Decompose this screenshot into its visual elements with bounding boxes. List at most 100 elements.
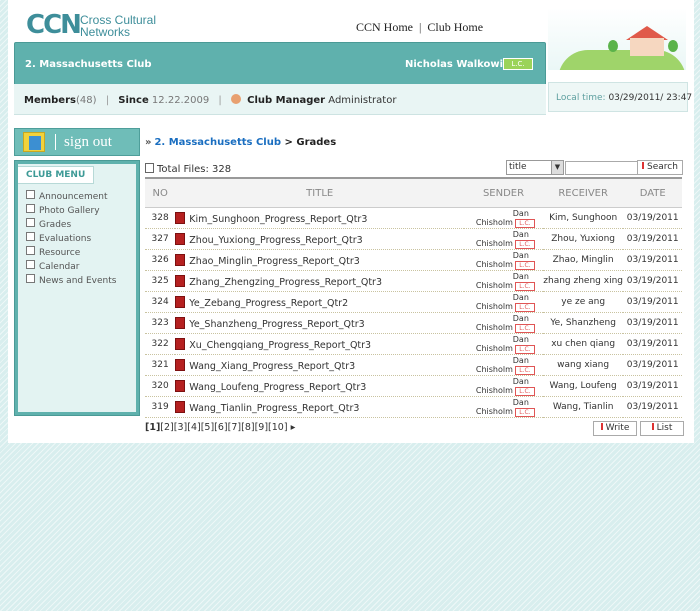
pdf-file-icon [175,358,186,371]
row-sender: Dan Chisholm L.C. [464,270,543,292]
sender-role-badge: L.C. [514,281,535,291]
table-body: 328 Kim_Sunghoon_Progress_Report_Qtr3 Dan C… [145,207,682,418]
row-title-cell: Wang_Loufeng_Progress_Report_Qtr3 [175,375,465,397]
table-row: 324 Ye_Zebang_Progress_Report_Qtr2 Dan Chis… [145,291,682,313]
ccn-home-link[interactable]: CCN Home [356,20,413,34]
write-button[interactable]: Write [593,421,637,436]
sender-role-badge: L.C. [514,386,535,396]
row-date: 03/19/2011 [623,207,682,229]
pdf-file-icon [175,400,186,413]
menu-item-resource[interactable]: Resource [26,246,116,260]
sender-role-badge: L.C. [514,302,535,312]
search-button[interactable]: Search [637,160,683,175]
sender-role-badge: L.C. [514,218,535,228]
document-icon [26,246,35,255]
pdf-file-icon [175,379,186,392]
row-title-cell: Wang_Tianlin_Progress_Report_Qtr3 [175,396,465,418]
file-title-link[interactable]: Xu_Chengqiang_Progress_Report_Qtr3 [189,340,371,351]
header-sender: SENDER [464,177,543,208]
local-time-box: Local time: 03/29/2011/ 23:47 [548,82,692,112]
file-title-link[interactable]: Zhang_Zhengzing_Progress_Report_Qtr3 [189,277,382,288]
search-input[interactable] [565,161,639,175]
user-role-badge: L.C. [503,58,533,70]
sender-first-name: Dan [512,250,529,260]
pdf-file-icon [175,337,186,350]
row-title-cell: Xu_Chengqiang_Progress_Report_Qtr3 [175,333,465,355]
search-field-select[interactable]: title ▼ [506,160,564,175]
sender-last-name: Chisholm [475,259,513,269]
row-date: 03/19/2011 [623,375,682,397]
pdf-file-icon [175,232,186,245]
row-title-cell: Kim_Sunghoon_Progress_Report_Qtr3 [175,207,465,229]
breadcrumb-current: Grades [296,137,337,148]
file-title-link[interactable]: Wang_Xiang_Progress_Report_Qtr3 [189,361,355,372]
file-title-link[interactable]: Wang_Loufeng_Progress_Report_Qtr3 [189,382,366,393]
sign-out-button[interactable]: sign out [14,128,140,156]
list-button[interactable]: List [640,421,684,436]
page-container: CCN Cross Cultural Networks CCN Home | Clu… [8,0,694,443]
document-icon [26,190,35,199]
local-time-value: 03/29/2011/ 23:47 [608,93,693,103]
page-link[interactable]: [4] [187,422,200,433]
page-link[interactable]: [6] [214,422,227,433]
row-sender: Dan Chisholm L.C. [464,291,543,313]
file-title-link[interactable]: Ye_Zebang_Progress_Report_Qtr2 [189,298,348,309]
row-number: 320 [145,375,176,397]
row-receiver: Ye, Shanzheng [542,312,624,334]
row-title-cell: Zhang_Zhengzing_Progress_Report_Qtr3 [175,270,465,292]
row-sender: Dan Chisholm L.C. [464,207,543,229]
club-header-bar: 2. Massachusetts Club Nicholas Walkowicz… [14,42,546,86]
table-row: 325 Zhang_Zhengzing_Progress_Report_Qtr3 D… [145,270,682,292]
chevron-down-icon: ▼ [551,161,563,174]
club-name[interactable]: 2. Massachusetts Club [25,59,152,70]
row-sender: Dan Chisholm L.C. [464,333,543,355]
sender-last-name: Chisholm [475,322,513,332]
file-title-link[interactable]: Zhou_Yuxiong_Progress_Report_Qtr3 [189,235,362,246]
page-link[interactable]: [7] [228,422,241,433]
page-link[interactable]: [2] [160,422,173,433]
file-title-link[interactable]: Kim_Sunghoon_Progress_Report_Qtr3 [189,214,367,225]
row-number: 325 [145,270,176,292]
person-icon [230,94,241,104]
page-link[interactable]: [5] [201,422,214,433]
pdf-file-icon [175,316,186,329]
sender-last-name: Chisholm [475,385,513,395]
sender-role-badge: L.C. [514,323,535,333]
document-icon [26,218,35,227]
user-name: Nicholas Walkowicz [405,59,515,70]
menu-item-announcement[interactable]: Announcement [26,190,116,204]
club-home-link[interactable]: Club Home [427,20,483,34]
menu-item-news-and-events[interactable]: News and Events [26,274,116,288]
header-title: TITLE [175,177,465,208]
local-time-label: Local time: [556,93,606,103]
sender-role-badge: L.C. [514,407,535,417]
total-files-label: Total Files: [157,164,209,175]
ccn-logo[interactable]: CCN Cross Cultural Networks [26,10,196,44]
next-page-icon[interactable]: ▸ [291,422,296,433]
row-number: 326 [145,249,176,271]
row-title-cell: Ye_Shanzheng_Progress_Report_Qtr3 [175,312,465,334]
sender-role-badge: L.C. [514,365,535,375]
page-link[interactable]: [10] [268,422,288,433]
table-row: 322 Xu_Chengqiang_Progress_Report_Qtr3 Dan… [145,333,682,355]
page-link[interactable]: [8] [241,422,254,433]
page-link[interactable]: [9] [255,422,268,433]
menu-item-evaluations[interactable]: Evaluations [26,232,116,246]
sender-last-name: Chisholm [475,343,513,353]
file-title-link[interactable]: Zhao_Minglin_Progress_Report_Qtr3 [189,256,360,267]
menu-item-grades[interactable]: Grades [26,218,116,232]
sender-first-name: Dan [512,397,529,407]
file-title-link[interactable]: Wang_Tianlin_Progress_Report_Qtr3 [189,403,359,414]
breadcrumb-club-link[interactable]: 2. Massachusetts Club [154,137,281,148]
menu-item-photo-gallery[interactable]: Photo Gallery [26,204,116,218]
members-count: (48) [75,95,97,106]
row-number: 321 [145,354,176,376]
menu-item-calendar[interactable]: Calendar [26,260,116,274]
page-link[interactable]: [3] [174,422,187,433]
pagination: [1][2][3][4][5][6][7][8][9][10] ▸ [145,422,295,433]
sender-last-name: Chisholm [475,406,513,416]
sender-last-name: Chisholm [475,364,513,374]
table-row: 321 Wang_Xiang_Progress_Report_Qtr3 Dan Chi… [145,354,682,376]
file-title-link[interactable]: Ye_Shanzheng_Progress_Report_Qtr3 [189,319,364,330]
sender-last-name: Chisholm [475,280,513,290]
